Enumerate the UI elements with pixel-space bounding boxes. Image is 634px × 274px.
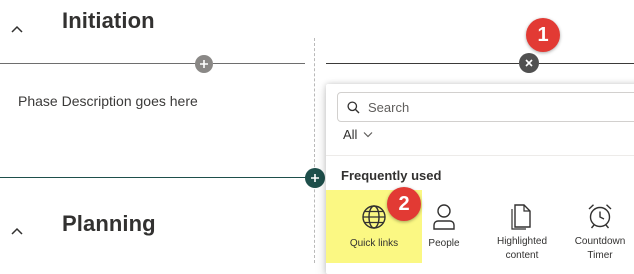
collapse-chevron-icon[interactable] [10, 226, 30, 240]
section-divider-right-end [539, 63, 634, 64]
tile-countdown-timer[interactable]: Countdown Timer [552, 190, 634, 263]
callout-badge-1: 1 [526, 18, 560, 52]
section-divider-teal [0, 177, 306, 178]
callout-badge-2: 2 [387, 187, 421, 221]
phase-description: Phase Description goes here [18, 93, 198, 109]
search-input[interactable] [368, 99, 608, 115]
section-title-initiation: Initiation [62, 8, 155, 33]
chevron-down-icon [363, 131, 373, 138]
section-divider-right [326, 63, 519, 64]
section-divider-left-end [213, 63, 305, 64]
add-webpart-button[interactable] [305, 168, 325, 188]
add-section-button[interactable] [195, 55, 213, 73]
person-icon [431, 200, 457, 234]
column-divider [314, 38, 315, 263]
alarm-clock-icon [586, 200, 614, 232]
section-divider-left [0, 63, 196, 64]
tile-label: People [428, 238, 460, 249]
toolbox-search-box[interactable] [337, 92, 634, 122]
document-icon [510, 200, 534, 232]
section-title-planning: Planning [62, 211, 156, 236]
tile-label: Countdown Timer [574, 236, 626, 261]
toolbox-divider [326, 155, 634, 156]
tile-label: Quick links [349, 238, 399, 249]
filter-label: All [343, 127, 358, 142]
tile-label: Highlighted content [496, 236, 548, 261]
frequently-used-heading: Frequently used [341, 168, 442, 183]
search-icon [347, 100, 360, 114]
globe-icon [361, 200, 387, 234]
filter-dropdown[interactable]: All [343, 127, 373, 142]
close-toolbox-button[interactable] [519, 53, 539, 73]
collapse-chevron-icon[interactable] [10, 24, 30, 38]
